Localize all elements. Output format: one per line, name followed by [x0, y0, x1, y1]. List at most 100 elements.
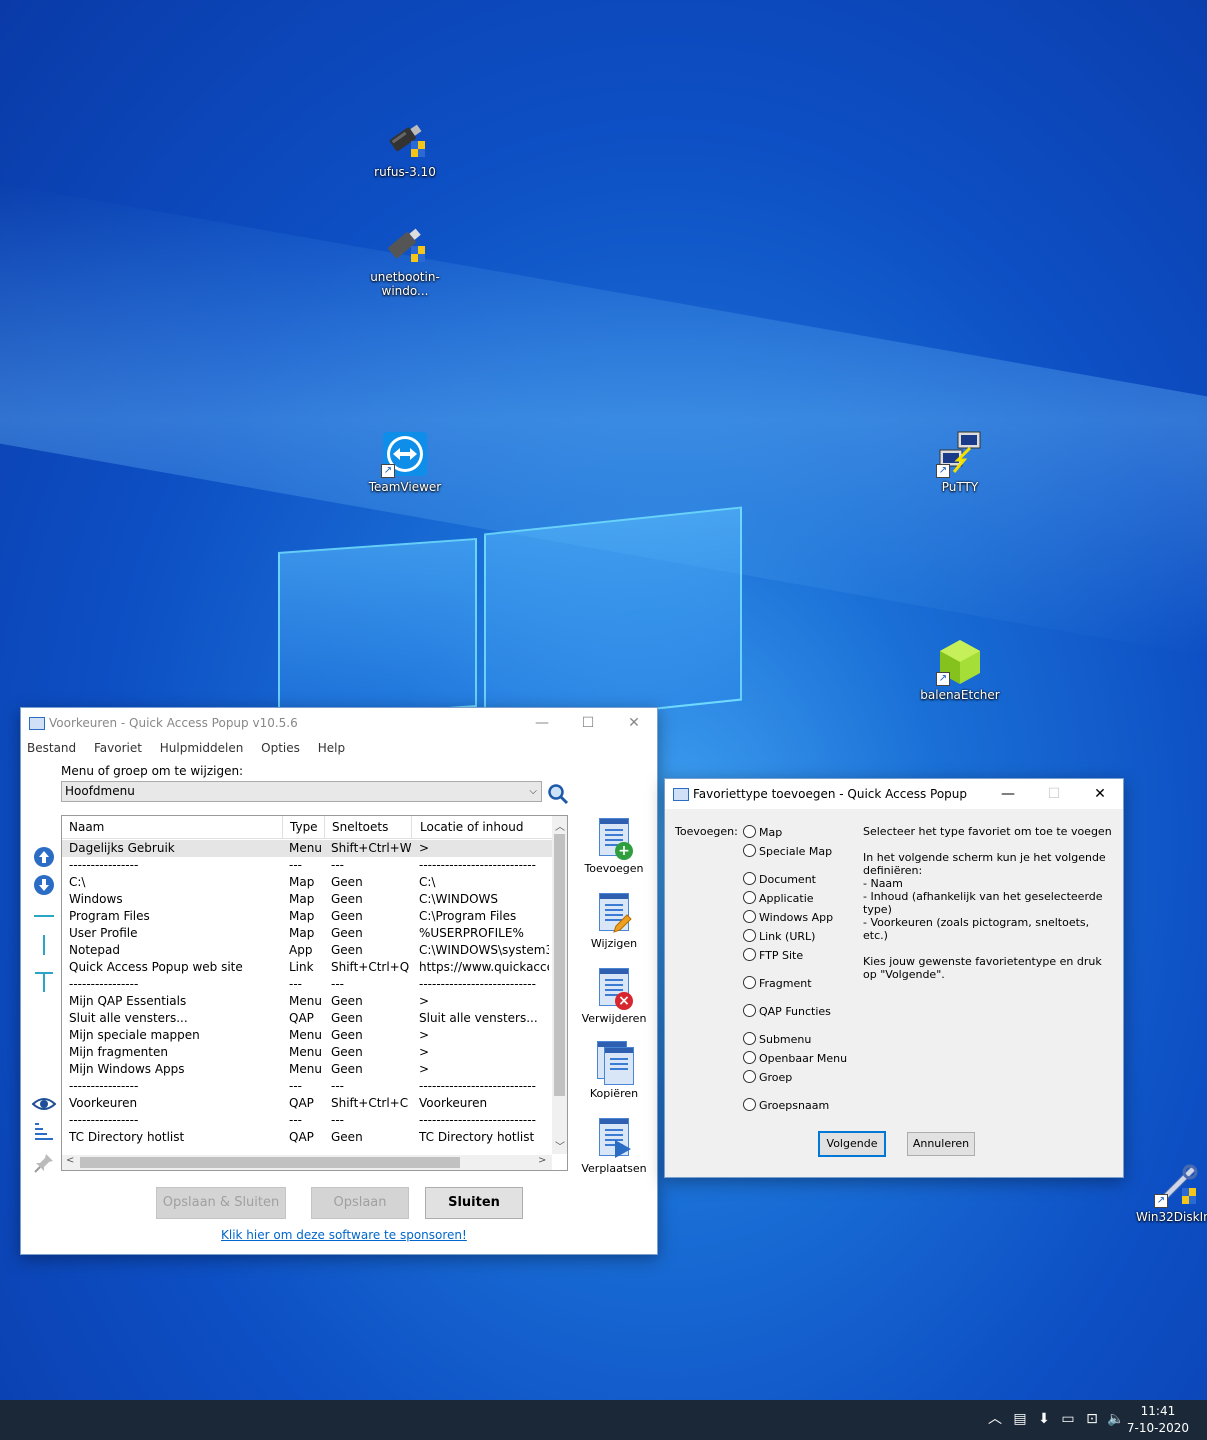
- radio-groep[interactable]: Groep: [743, 1070, 792, 1084]
- cancel-button[interactable]: Annuleren: [907, 1132, 975, 1156]
- menu-opties[interactable]: Opties: [261, 741, 300, 755]
- pin-icon[interactable]: [32, 1151, 56, 1175]
- title-bar[interactable]: Voorkeuren - Quick Access Popup v10.5.6 …: [21, 708, 657, 738]
- network-icon[interactable]: ⊡: [1083, 1410, 1101, 1428]
- sort-icon[interactable]: [32, 1120, 56, 1144]
- description-instruction: Kies jouw gewenste favorietentype en dru…: [863, 955, 1102, 981]
- menu-bestand[interactable]: Bestand: [27, 741, 76, 755]
- table-row[interactable]: Notepad App Geen C:\WINDOWS\system3: [62, 942, 552, 959]
- table-row[interactable]: Mijn fragmenten Menu Geen >: [62, 1044, 552, 1061]
- qap-tray-icon[interactable]: ▤: [1011, 1410, 1029, 1428]
- table-cell: ---------------------------: [419, 977, 536, 991]
- table-row[interactable]: Mijn QAP Essentials Menu Geen >: [62, 993, 552, 1010]
- desktop-icon-putty[interactable]: ↗ PuTTY: [905, 430, 1015, 494]
- desktop-icon-balenaetcher[interactable]: ↗ balenaEtcher: [905, 638, 1015, 702]
- scroll-right-icon[interactable]: >: [538, 1155, 546, 1166]
- desktop-icon-unetbootin[interactable]: unetbootin-windo...: [350, 220, 460, 298]
- table-row[interactable]: C:\ Map Geen C:\: [62, 874, 552, 891]
- table-row[interactable]: Program Files Map Geen C:\Program Files: [62, 908, 552, 925]
- menu-hulpmiddelen[interactable]: Hulpmiddelen: [160, 741, 244, 755]
- radio-circle: [743, 1070, 756, 1083]
- separator-vertical-icon[interactable]: [32, 933, 56, 957]
- scrollbar-thumb[interactable]: [80, 1157, 460, 1168]
- next-button[interactable]: Volgende: [818, 1131, 886, 1157]
- table-row[interactable]: Sluit alle vensters... QAP Geen Sluit alle …: [62, 1010, 552, 1027]
- radio-fragment[interactable]: Fragment: [743, 976, 812, 990]
- search-icon[interactable]: [547, 783, 569, 805]
- radio-openbaar-menu[interactable]: Openbaar Menu: [743, 1051, 847, 1065]
- column-break-icon[interactable]: [32, 970, 56, 994]
- separator-horizontal-icon[interactable]: [32, 904, 56, 928]
- add-button[interactable]: + Toevoegen: [577, 816, 651, 875]
- table-cell: Mijn Windows Apps: [69, 1062, 185, 1076]
- desktop-icon-label: balenaEtcher: [920, 688, 1000, 702]
- move-button[interactable]: Verplaatsen: [577, 1116, 651, 1175]
- copy-button[interactable]: Kopiëren: [577, 1041, 651, 1100]
- download-icon[interactable]: ⬇: [1035, 1410, 1053, 1428]
- eye-icon[interactable]: [31, 1092, 57, 1116]
- radio-windows-app[interactable]: Windows App: [743, 910, 833, 924]
- menu-favoriet[interactable]: Favoriet: [94, 741, 142, 755]
- table-row[interactable]: ---------------- --- --- ------------------…: [62, 1112, 552, 1129]
- desktop-icon-win32diskimager[interactable]: ↗ Win32DiskIma: [1124, 1160, 1207, 1224]
- save-and-close-button[interactable]: Opslaan & Sluiten: [156, 1187, 286, 1219]
- vertical-scrollbar[interactable]: ︿ ﹀: [552, 816, 567, 1154]
- table-row[interactable]: Quick Access Popup web site Link Shift+Ctr…: [62, 959, 552, 976]
- shortcut-arrow-icon: ↗: [936, 672, 950, 686]
- radio-groepsnaam[interactable]: Groepsnaam: [743, 1098, 829, 1112]
- column-header-naam[interactable]: Naam: [62, 816, 283, 838]
- desktop-icon-teamviewer[interactable]: ↗ TeamViewer: [350, 430, 460, 494]
- table-cell: Geen: [331, 1011, 363, 1025]
- desktop-icon-label: PuTTY: [941, 480, 979, 494]
- favorites-list[interactable]: Naam Type Sneltoets Locatie of inhoud Da…: [61, 815, 568, 1171]
- table-row[interactable]: Dagelijks Gebruik Menu Shift+Ctrl+W >: [62, 840, 552, 857]
- table-row[interactable]: Windows Map Geen C:\WINDOWS: [62, 891, 552, 908]
- close-button[interactable]: ✕: [1077, 779, 1123, 809]
- radio-document[interactable]: Document: [743, 872, 816, 886]
- column-header-type[interactable]: Type: [283, 816, 325, 838]
- volume-icon[interactable]: 🔈: [1107, 1410, 1125, 1428]
- chevron-up-icon[interactable]: ︿: [986, 1410, 1004, 1428]
- radio-ftp-site[interactable]: FTP Site: [743, 948, 803, 962]
- desktop-icon-rufus[interactable]: rufus-3.10: [350, 115, 460, 179]
- remove-button[interactable]: × Verwijderen: [577, 966, 651, 1025]
- move-up-icon[interactable]: [32, 845, 56, 869]
- group-dropdown[interactable]: Hoofdmenu ⌵: [61, 781, 542, 802]
- scroll-down-icon[interactable]: ﹀: [555, 1138, 565, 1153]
- table-row[interactable]: ---------------- --- --- ------------------…: [62, 1078, 552, 1095]
- table-row[interactable]: ---------------- --- --- ------------------…: [62, 976, 552, 993]
- table-row[interactable]: TC Directory hotlist QAP Geen TC Directory …: [62, 1129, 552, 1146]
- menu-help[interactable]: Help: [318, 741, 345, 755]
- close-dialog-button[interactable]: Sluiten: [425, 1187, 523, 1219]
- clock[interactable]: 11:41 7-10-2020: [1127, 1403, 1189, 1437]
- minimize-button[interactable]: —: [519, 708, 565, 738]
- column-header-locatie[interactable]: Locatie of inhoud: [413, 816, 560, 838]
- battery-icon[interactable]: ▭: [1059, 1410, 1077, 1428]
- radio-map[interactable]: Map: [743, 825, 782, 839]
- title-bar[interactable]: Favoriettype toevoegen - Quick Access Po…: [665, 779, 1123, 809]
- table-row[interactable]: Mijn Windows Apps Menu Geen >: [62, 1061, 552, 1078]
- radio-qap-functies[interactable]: QAP Functies: [743, 1004, 831, 1018]
- table-cell: https://www.quickacce: [419, 960, 549, 974]
- edit-button[interactable]: Wijzigen: [577, 891, 651, 950]
- maximize-button[interactable]: ☐: [565, 708, 611, 738]
- move-down-icon[interactable]: [32, 873, 56, 897]
- save-button[interactable]: Opslaan: [311, 1187, 409, 1219]
- table-row[interactable]: ---------------- --- --- ------------------…: [62, 857, 552, 874]
- column-header-sneltoets[interactable]: Sneltoets: [325, 816, 412, 838]
- radio-submenu[interactable]: Submenu: [743, 1032, 811, 1046]
- table-row[interactable]: Voorkeuren QAP Shift+Ctrl+C Voorkeuren: [62, 1095, 552, 1112]
- table-row[interactable]: Mijn speciale mappen Menu Geen >: [62, 1027, 552, 1044]
- close-button[interactable]: ✕: [611, 708, 657, 738]
- table-cell: Geen: [331, 1130, 363, 1144]
- radio-link-url[interactable]: Link (URL): [743, 929, 815, 943]
- scroll-left-icon[interactable]: <: [66, 1155, 74, 1166]
- scroll-up-icon[interactable]: ︿: [555, 818, 565, 833]
- radio-speciale-map[interactable]: Speciale Map: [743, 844, 832, 858]
- radio-applicatie[interactable]: Applicatie: [743, 891, 814, 905]
- table-row[interactable]: User Profile Map Geen %USERPROFILE%: [62, 925, 552, 942]
- scrollbar-thumb[interactable]: [554, 834, 565, 1096]
- minimize-button[interactable]: —: [985, 779, 1031, 809]
- sponsor-link[interactable]: Klik hier om deze software te sponsoren!: [221, 1228, 467, 1242]
- horizontal-scrollbar[interactable]: < >: [62, 1155, 552, 1170]
